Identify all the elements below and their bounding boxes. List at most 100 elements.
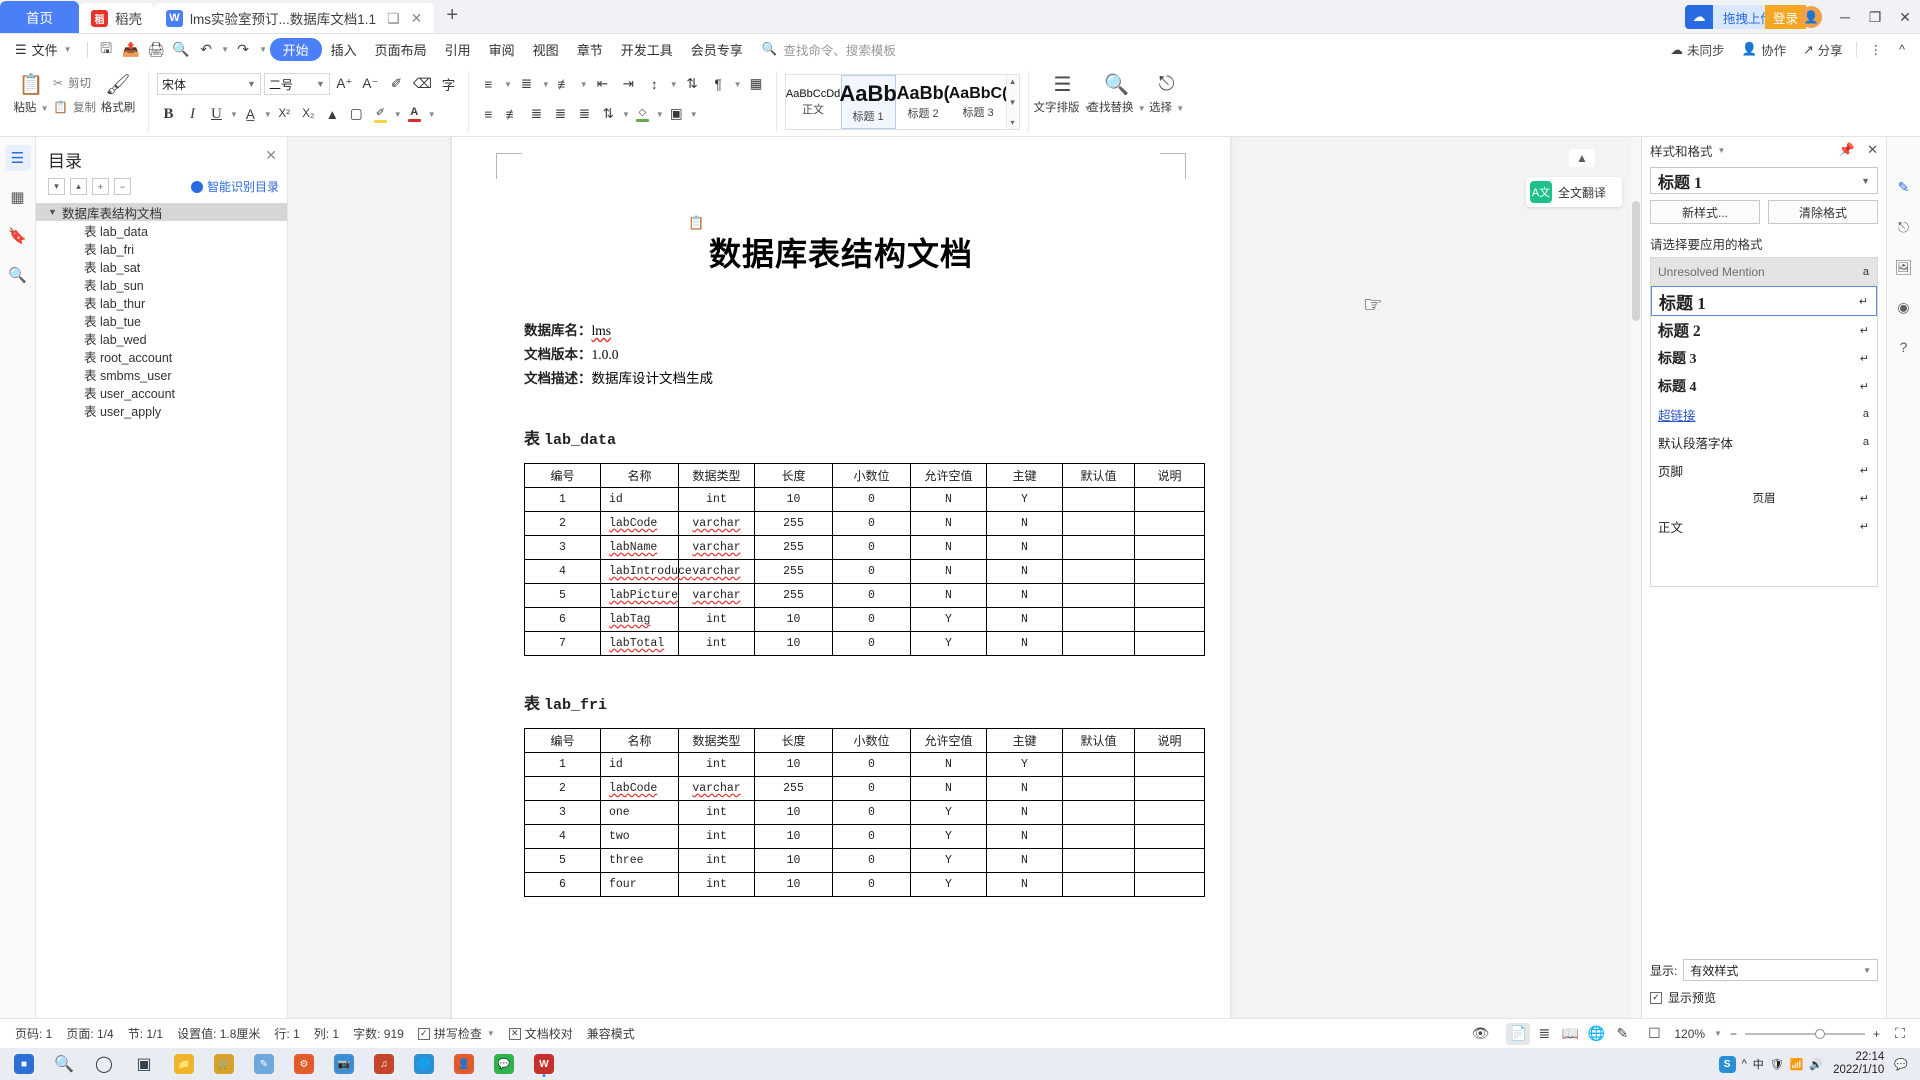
close-icon[interactable]: ✕ xyxy=(1867,142,1878,158)
show-marks-button[interactable]: ¶ xyxy=(707,73,730,96)
chevron-down-icon[interactable]: ▼ xyxy=(656,110,664,119)
chevron-down-icon[interactable]: ▼ xyxy=(264,110,272,119)
zoom-slider-knob[interactable] xyxy=(1815,1029,1825,1039)
store-icon[interactable]: 🛒 xyxy=(204,1048,244,1080)
cursor-tool-icon[interactable]: ⎋ xyxy=(1892,215,1916,239)
paste-button[interactable]: 📋 粘贴 ▼ xyxy=(9,67,53,115)
toc-item-user-account[interactable]: 表 user_account xyxy=(36,383,287,401)
style-item-heading-1[interactable]: 标题 1 ↵ xyxy=(1651,286,1877,316)
share-button[interactable]: ↗ 分享 xyxy=(1796,39,1850,61)
chevron-down-icon[interactable]: ▼ xyxy=(734,80,742,89)
smart-toc-button[interactable]: 智能识别目录 xyxy=(191,178,279,195)
document-canvas[interactable]: 数据库表结构文档 数据库名：lms 文档版本：1.0.0 文档描述：数据库设计文… xyxy=(288,137,1641,1018)
toc-collapse-icon[interactable]: − xyxy=(114,178,131,195)
clear-format-icon[interactable]: ⌫ xyxy=(411,73,434,96)
text-layout-button[interactable]: ☰ 文字排版 ▼ xyxy=(1037,67,1089,115)
paragraph-layout-icon[interactable]: ↕ xyxy=(643,73,666,96)
print-preview-icon[interactable]: 🔍 xyxy=(169,38,194,61)
toc-close-icon[interactable]: ✕ xyxy=(265,147,277,164)
wps-taskbar-icon[interactable]: W xyxy=(524,1048,564,1080)
style-item-body-text[interactable]: 正文 ↵ xyxy=(1651,512,1877,540)
style-item-header[interactable]: 页眉 ↵ xyxy=(1651,484,1877,512)
page-view-icon[interactable]: 📄 xyxy=(1506,1023,1530,1045)
toc-item-lab-sat[interactable]: 表 lab_sat xyxy=(36,257,287,275)
ribbon-tab-review[interactable]: 审阅 xyxy=(480,38,524,61)
edit-mode-icon[interactable]: ✎ xyxy=(1892,175,1916,199)
increase-font-size-button[interactable]: A⁺ xyxy=(333,73,356,96)
current-style-select[interactable]: 标题 1 ▼ xyxy=(1650,167,1878,194)
zoom-slider[interactable] xyxy=(1745,1033,1865,1035)
tab-document[interactable]: W lms实验室预订...数据库文档1.1 ❏ ✕ xyxy=(154,3,434,33)
undo-icon[interactable]: ↶ xyxy=(194,38,219,61)
save-icon[interactable]: 🖫 xyxy=(94,38,119,61)
tray-sogou-icon[interactable]: S xyxy=(1719,1056,1736,1073)
quick-access-more-icon[interactable]: ▼ xyxy=(256,38,270,61)
collapse-ribbon-icon[interactable]: ^ xyxy=(1892,39,1912,61)
tray-volume-icon[interactable]: 🔊 xyxy=(1809,1058,1823,1071)
web-view-icon[interactable]: 🌐 xyxy=(1584,1023,1608,1045)
align-left-button[interactable]: ≡ xyxy=(477,103,500,126)
status-spellcheck[interactable]: ✓ 拼写检查 ▼ xyxy=(411,1025,502,1042)
write-view-icon[interactable]: ✎ xyxy=(1610,1023,1634,1045)
justify-button[interactable]: ≣ xyxy=(549,103,572,126)
toc-item-user-apply[interactable]: 表 user_apply xyxy=(36,401,287,419)
numbered-list-button[interactable]: ≣ xyxy=(515,73,538,96)
redo-icon[interactable]: ↷ xyxy=(231,38,256,61)
taskbar-search-icon[interactable]: 🔍 xyxy=(44,1048,84,1080)
cortana-icon[interactable]: ◯ xyxy=(84,1048,124,1080)
zoom-in-button[interactable]: + xyxy=(1873,1027,1880,1041)
new-style-button[interactable]: 新样式... xyxy=(1650,200,1760,224)
undo-dropdown-icon[interactable]: ▼ xyxy=(219,38,231,61)
style-item-heading-4[interactable]: 标题 4 ↵ xyxy=(1651,372,1877,400)
show-preview-checkbox[interactable]: ✓ 显示预览 xyxy=(1650,989,1878,1006)
chevron-down-icon[interactable]: ▼ xyxy=(48,207,62,217)
tray-expand-icon[interactable]: ^ xyxy=(1742,1058,1747,1070)
collaborate-button[interactable]: 👤 协作 xyxy=(1735,39,1794,61)
toc-item-lab-tue[interactable]: 表 lab_tue xyxy=(36,311,287,329)
fit-page-icon[interactable]: ☐ xyxy=(1642,1023,1666,1045)
minimize-button[interactable]: ─ xyxy=(1830,0,1860,34)
task-view-icon[interactable]: ▣ xyxy=(124,1048,164,1080)
full-text-translate-button[interactable]: A文 全文翻译 xyxy=(1526,177,1622,207)
style-cell-heading-1[interactable]: AaBb 标题 1 xyxy=(841,75,896,129)
restore-button[interactable]: ❐ xyxy=(1860,0,1890,34)
new-tab-button[interactable]: + xyxy=(434,4,470,29)
toc-item-root[interactable]: ▼ 数据库表结构文档 xyxy=(36,203,287,221)
tray-shield-icon[interactable]: 🛡 xyxy=(1770,1058,1784,1071)
drag-upload-pill[interactable]: ☁ 拖拽上传 登录 👤 xyxy=(1685,5,1822,29)
tab-restore-icon[interactable]: ❏ xyxy=(387,11,400,25)
ribbon-tab-start[interactable]: 开始 xyxy=(270,38,322,61)
style-item-hyperlink[interactable]: 超链接 a xyxy=(1651,400,1877,428)
close-button[interactable]: ✕ xyxy=(1890,0,1920,34)
pinyin-guide-icon[interactable]: 字 xyxy=(437,73,460,96)
wechat-icon[interactable]: 💬 xyxy=(484,1048,524,1080)
highlight-color-button[interactable]: ✐ xyxy=(369,103,392,126)
subscript-button[interactable]: X₂ xyxy=(297,103,320,126)
expand-gallery-icon[interactable]: ▾ xyxy=(1011,118,1015,127)
char-border-icon[interactable]: ▢ xyxy=(345,103,368,126)
xmind-icon[interactable]: ⚙ xyxy=(284,1048,324,1080)
paste-options-floating-icon[interactable]: 📋 xyxy=(688,215,708,233)
collapse-panel-icon[interactable]: ▲ xyxy=(1569,149,1595,167)
pin-icon[interactable]: 📌 xyxy=(1839,142,1855,158)
ribbon-tab-insert[interactable]: 插入 xyxy=(322,38,366,61)
picture-tool-icon[interactable]: 🖼 xyxy=(1892,255,1916,279)
zoom-out-button[interactable]: − xyxy=(1730,1027,1737,1041)
fullscreen-icon[interactable]: ⛶ xyxy=(1888,1023,1912,1045)
more-options-icon[interactable]: ⋮ xyxy=(1863,39,1890,61)
show-styles-select[interactable]: 有效样式 ▼ xyxy=(1683,959,1878,981)
music-icon[interactable]: ♫ xyxy=(364,1048,404,1080)
help-icon[interactable]: ? xyxy=(1892,335,1916,359)
chevron-down-icon[interactable]: ▼ xyxy=(1714,1029,1722,1038)
font-color-button[interactable]: A xyxy=(403,103,426,126)
line-spacing-button[interactable]: ⇅ xyxy=(597,103,620,126)
ribbon-tab-view[interactable]: 视图 xyxy=(524,38,568,61)
avatar[interactable]: 👤 xyxy=(1800,6,1822,28)
ribbon-tab-reference[interactable]: 引用 xyxy=(436,38,480,61)
toc-item-root-account[interactable]: 表 root_account xyxy=(36,347,287,365)
menu-file[interactable]: ☰ 文件 ▼ xyxy=(6,38,81,61)
toc-item-lab-fri[interactable]: 表 lab_fri xyxy=(36,239,287,257)
format-painter-button[interactable]: 🖌 格式刷 xyxy=(96,67,140,115)
outline-panel-icon[interactable]: ☰ xyxy=(5,145,31,171)
style-item-heading-3[interactable]: 标题 3 ↵ xyxy=(1651,344,1877,372)
